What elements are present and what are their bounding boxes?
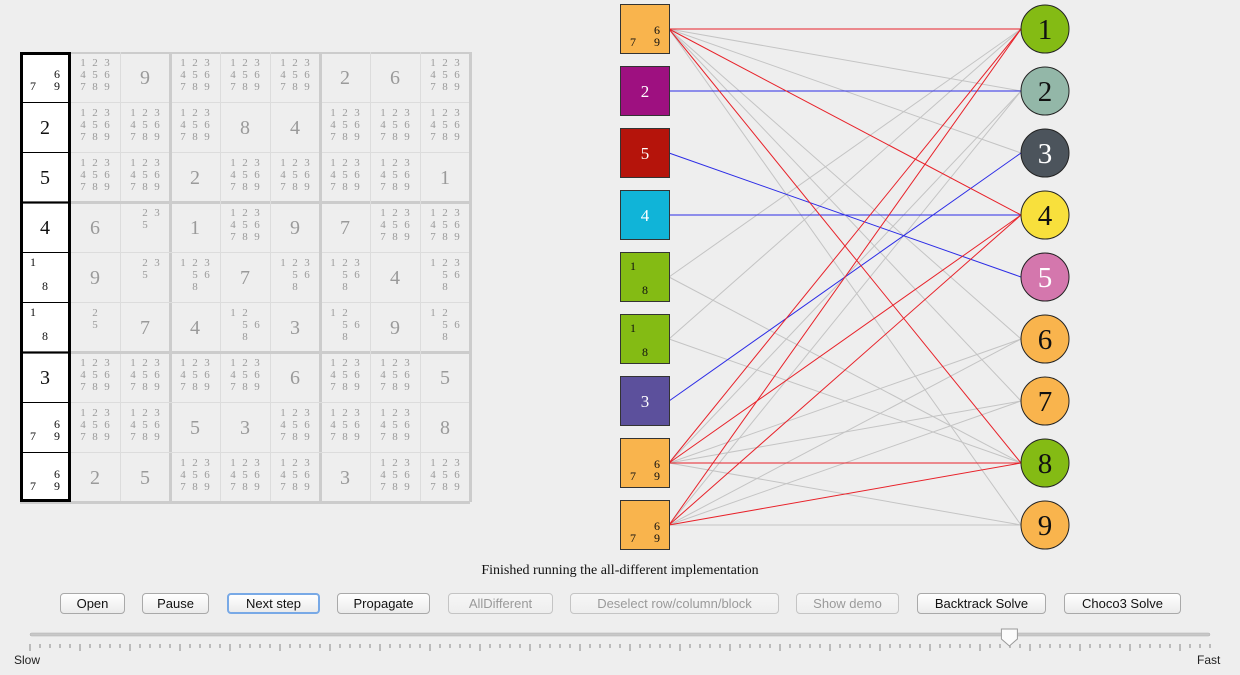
slider-thumb[interactable] — [1000, 628, 1018, 647]
value-node-label: 6 — [1038, 324, 1053, 356]
node-value: 4 — [641, 206, 650, 225]
value-node-label: 5 — [1038, 262, 1053, 294]
variable-node: 4 — [620, 190, 670, 240]
value-node-label: 7 — [1038, 386, 1053, 418]
slider-min-label: Slow — [14, 653, 41, 667]
node-candidate: 1 — [630, 321, 636, 335]
bipartite-graph: 67 92541818367 967 9123456789 — [620, 4, 1070, 550]
variable-node: 18 — [620, 314, 670, 364]
slider-max-label: Fast — [1197, 653, 1221, 667]
node-candidate: 8 — [642, 345, 648, 359]
value-node: 4 — [1020, 190, 1070, 240]
value-node: 5 — [1020, 252, 1070, 302]
value-node: 3 — [1020, 128, 1070, 178]
propagate-button[interactable]: Propagate — [337, 593, 430, 614]
node-candidate: 8 — [642, 283, 648, 297]
node-candidate: 9 — [654, 531, 660, 545]
node-candidate: 7 — [630, 531, 636, 545]
node-candidate: 9 — [654, 35, 660, 49]
variable-node: 67 9 — [620, 4, 670, 54]
graph-edge — [668, 28, 1022, 92]
graph-edge — [668, 28, 1022, 216]
value-node: 2 — [1020, 66, 1070, 116]
value-node: 9 — [1020, 500, 1070, 550]
node-value: 5 — [641, 144, 650, 163]
variable-node: 3 — [620, 376, 670, 426]
pause-button[interactable]: Pause — [142, 593, 209, 614]
alldifferent-button[interactable]: AllDifferent — [448, 593, 553, 614]
variable-node: 5 — [620, 128, 670, 178]
graph-edges — [668, 28, 1022, 526]
variable-node: 2 — [620, 66, 670, 116]
node-value: 2 — [641, 82, 650, 101]
value-node: 7 — [1020, 376, 1070, 426]
node-candidate: 7 — [630, 35, 636, 49]
variable-node: 67 9 — [620, 438, 670, 488]
graph-edge — [668, 28, 1022, 278]
value-node-label: 1 — [1038, 14, 1053, 46]
backtrack-solve-button[interactable]: Backtrack Solve — [917, 593, 1046, 614]
open-button[interactable]: Open — [60, 593, 125, 614]
graph-edge — [668, 214, 1022, 526]
status-text: Finished running the all-different imple… — [481, 563, 759, 578]
slider-track — [29, 632, 1211, 637]
show-demo-button[interactable]: Show demo — [796, 593, 899, 614]
value-node-label: 3 — [1038, 138, 1053, 170]
graph-edge — [668, 214, 1022, 464]
value-node-label: 4 — [1038, 200, 1053, 232]
graph-edge — [668, 90, 1022, 526]
value-node-label: 8 — [1038, 448, 1053, 480]
value-node: 6 — [1020, 314, 1070, 364]
node-value: 3 — [641, 392, 650, 411]
node-candidate: 1 — [630, 259, 636, 273]
node-candidate: 9 — [654, 469, 660, 483]
value-node: 8 — [1020, 438, 1070, 488]
value-node-label: 9 — [1038, 510, 1053, 542]
graph-edge — [668, 338, 1022, 526]
node-candidate: 7 — [630, 469, 636, 483]
value-node-label: 2 — [1038, 76, 1053, 108]
variable-node: 18 — [620, 252, 670, 302]
deselect-button[interactable]: Deselect row/column/block — [570, 593, 779, 614]
variable-node: 67 9 — [620, 500, 670, 550]
speed-slider[interactable] — [0, 620, 1240, 675]
next-step-button[interactable]: Next step — [227, 593, 320, 614]
value-node: 1 — [1020, 4, 1070, 54]
choco3-solve-button[interactable]: Choco3 Solve — [1064, 593, 1181, 614]
